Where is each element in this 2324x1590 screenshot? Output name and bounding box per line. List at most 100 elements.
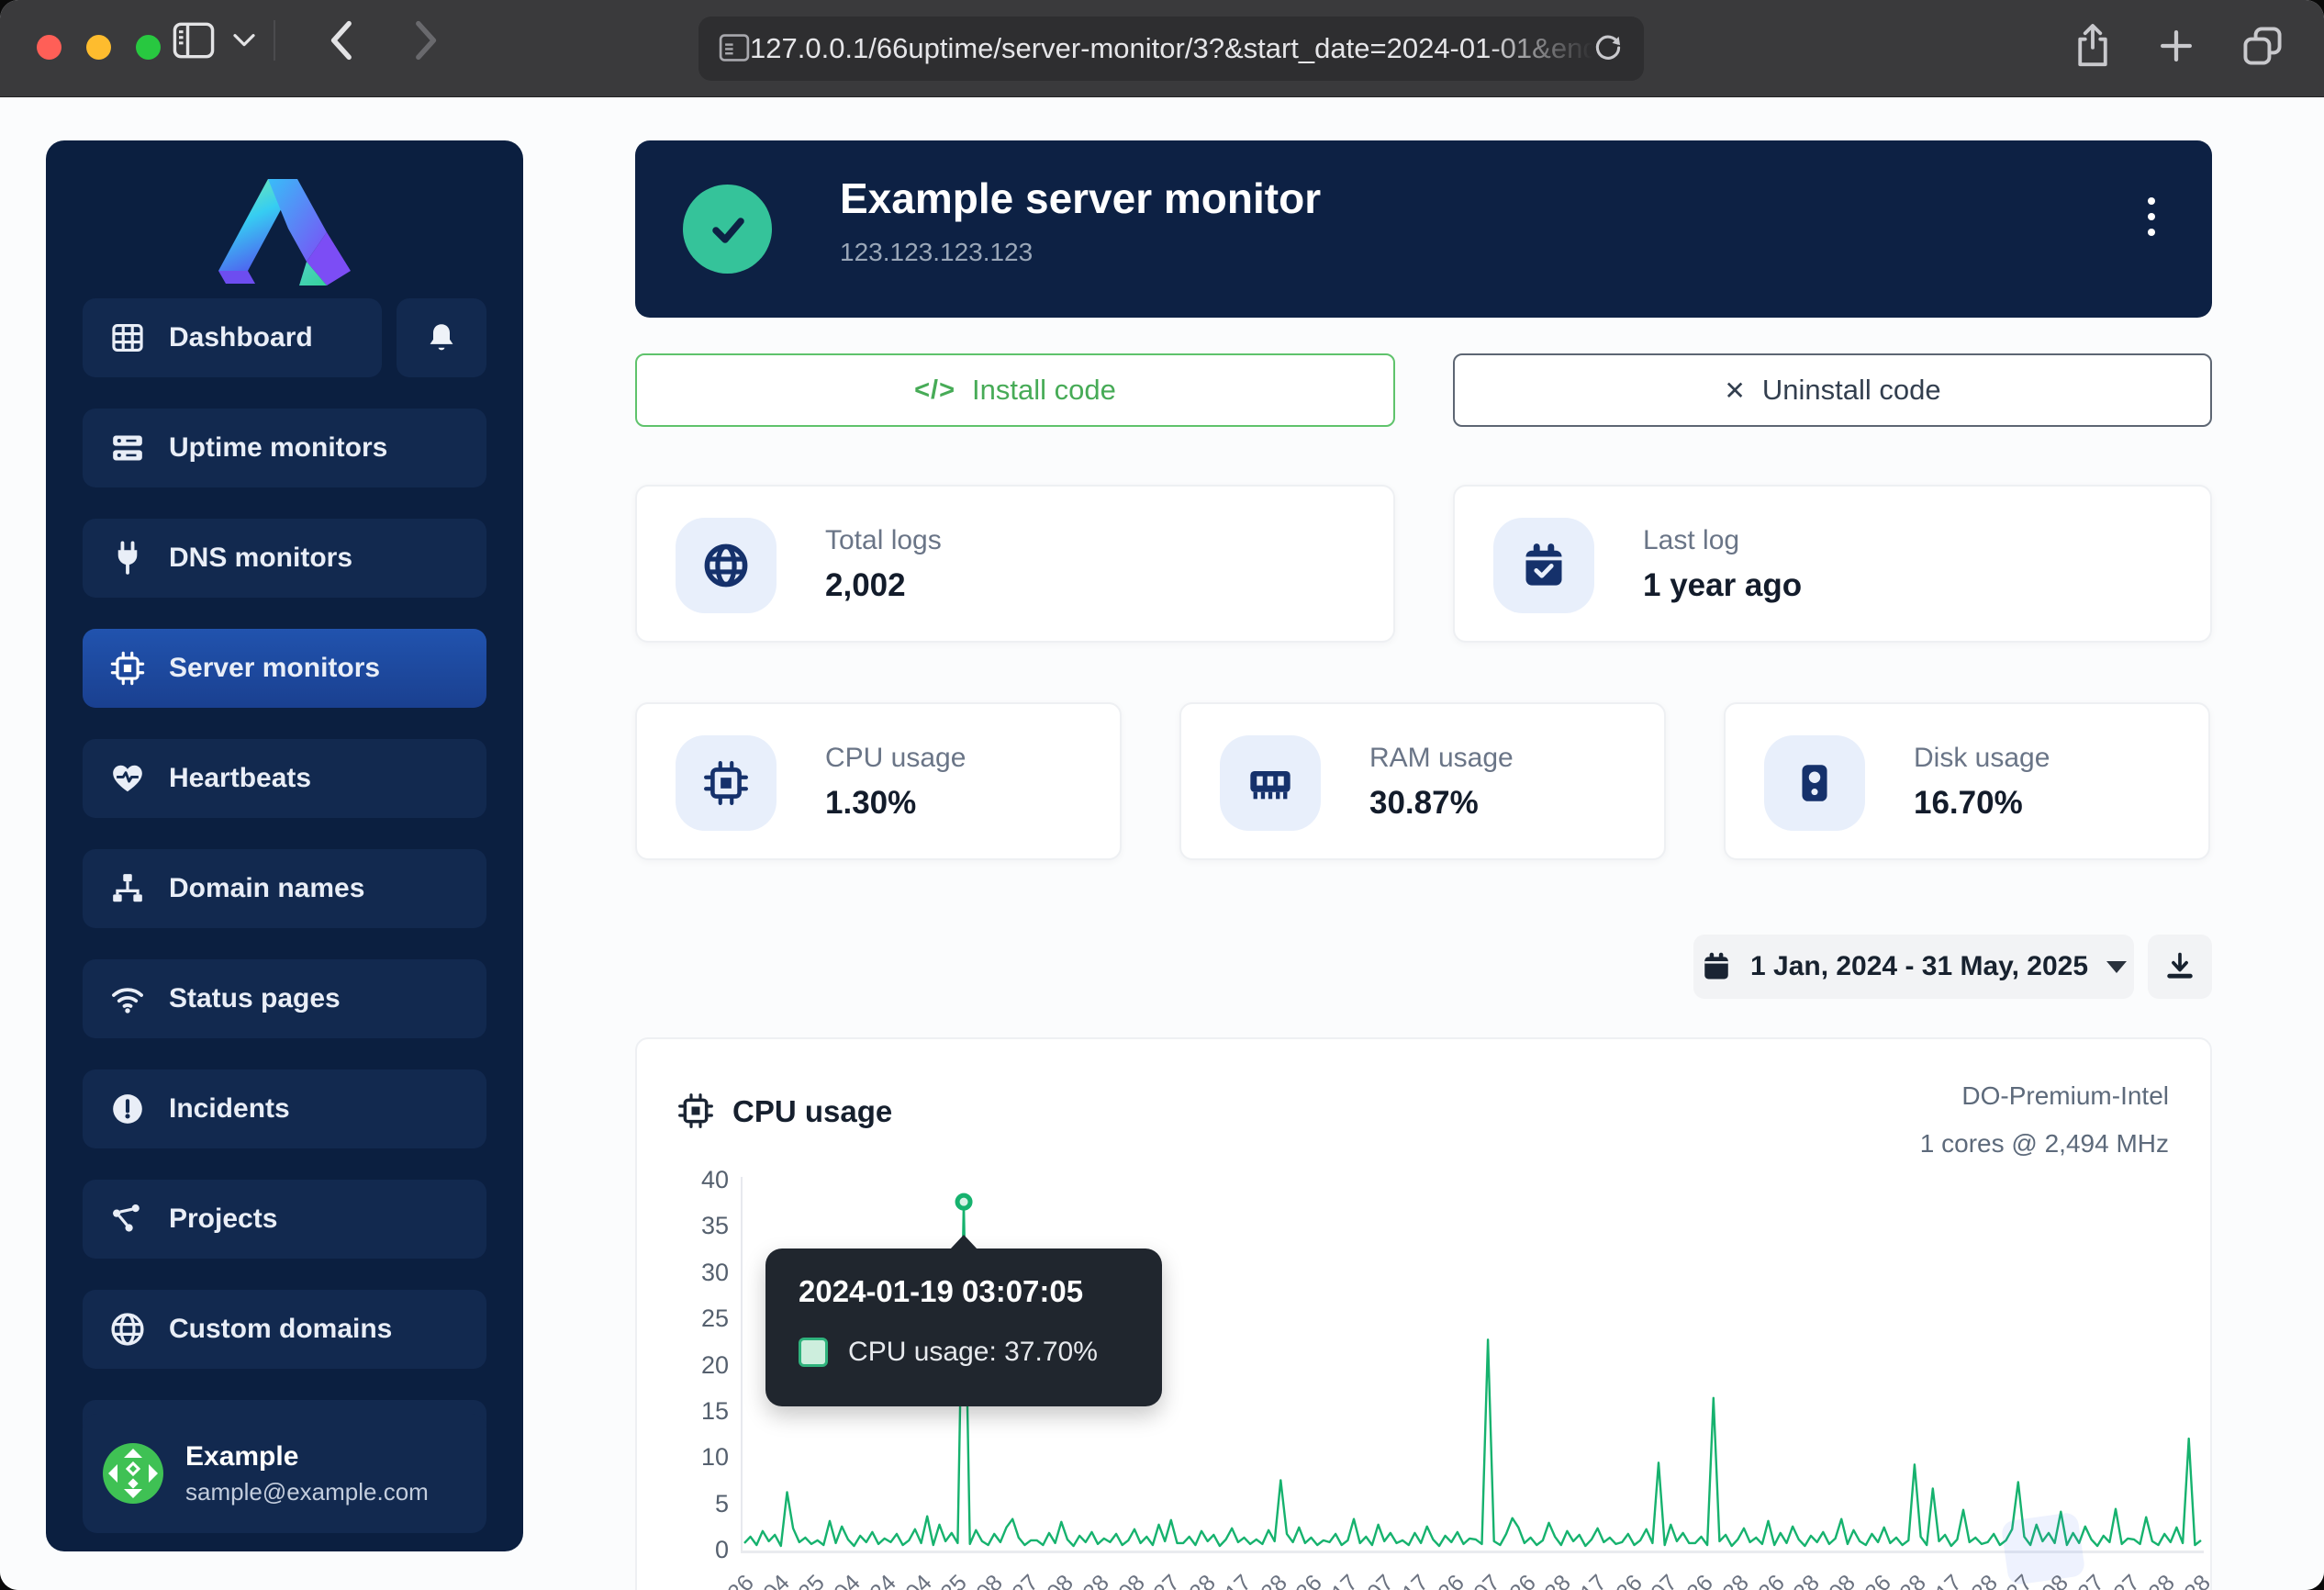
url-fade <box>1482 32 1592 65</box>
share-icon[interactable] <box>2073 22 2113 73</box>
stat-label: Last log <box>1643 525 1739 556</box>
globe-icon <box>110 1312 145 1347</box>
sitemap-icon <box>110 871 145 906</box>
sidebar-item-dashboard[interactable]: Dashboard <box>83 298 382 377</box>
monitor-header-card: Example server monitor 123.123.123.123 <box>635 140 2212 318</box>
stat-value: 16.70% <box>1914 785 2023 822</box>
y-axis-line <box>741 1177 743 1552</box>
server-stack-icon <box>110 431 145 465</box>
stat-value: 1.30% <box>825 785 916 822</box>
plug-icon <box>110 541 145 576</box>
url-text: 127.0.0.1/66uptime/server-monitor/3?&sta… <box>750 32 1592 64</box>
tab-overview-icon[interactable] <box>2240 22 2285 73</box>
avatar <box>103 1443 163 1504</box>
sidebar-item-dns-monitors[interactable]: DNS monitors <box>83 519 486 598</box>
browser-toolbar: 127.0.0.1/66uptime/server-monitor/3?&sta… <box>0 0 2324 97</box>
server-type: DO-Premium-Intel <box>1961 1081 2169 1111</box>
cpu-icon <box>676 735 777 831</box>
user-name: Example <box>185 1441 429 1472</box>
main-content: Example server monitor 123.123.123.123 <… <box>635 140 2212 1590</box>
sidebar-item-custom-domains[interactable]: Custom domains <box>83 1290 486 1369</box>
sidebar-item-domain-names[interactable]: Domain names <box>83 849 486 928</box>
code-icon: </> <box>914 375 955 406</box>
grid-icon <box>110 320 145 355</box>
sidebar-item-label: Domain names <box>169 873 364 904</box>
server-spec: 1 cores @ 2,494 MHz <box>1920 1129 2169 1159</box>
sidebar-item-label: Projects <box>169 1204 277 1235</box>
cpu-usage-card: CPU usage 1.30% <box>635 702 1122 860</box>
sidebar-item-label: Custom domains <box>169 1314 392 1345</box>
sidebar: Dashboard Uptime monitors DNS monitors S… <box>46 140 523 1551</box>
globe-icon <box>676 518 777 613</box>
calendar-icon <box>1701 951 1732 982</box>
user-email: sample@example.com <box>185 1478 429 1506</box>
user-account-button[interactable]: Example sample@example.com <box>83 1414 486 1533</box>
back-button[interactable] <box>327 20 354 61</box>
forward-button[interactable] <box>413 20 441 61</box>
sidebar-item-incidents[interactable]: Incidents <box>83 1069 486 1148</box>
ram-icon <box>1220 735 1321 831</box>
stat-label: RAM usage <box>1369 743 1514 774</box>
new-tab-icon[interactable] <box>2155 22 2197 73</box>
alert-circle-icon <box>110 1092 145 1126</box>
safari-window: 127.0.0.1/66uptime/server-monitor/3?&sta… <box>0 0 2324 1590</box>
sidebar-item-heartbeats[interactable]: Heartbeats <box>83 739 486 818</box>
stat-value: 1 year ago <box>1643 567 1802 604</box>
sidebar-item-label: Heartbeats <box>169 763 311 794</box>
page-icon <box>719 33 750 65</box>
sidebar-item-projects[interactable]: Projects <box>83 1180 486 1259</box>
reload-icon[interactable] <box>1592 31 1624 67</box>
toolbar-divider <box>274 20 275 61</box>
tooltip-value: CPU usage: 37.70% <box>848 1337 1098 1368</box>
bell-icon <box>425 320 458 355</box>
sidebar-item-label: Status pages <box>169 983 341 1014</box>
cpu-usage-chart-card: CPU usage DO-Premium-Intel 1 cores @ 2,4… <box>635 1037 2212 1590</box>
calendar-check-icon <box>1493 518 1594 613</box>
monitor-ip: 123.123.123.123 <box>840 238 1033 267</box>
cpu-icon <box>677 1092 714 1134</box>
chart-title: CPU usage <box>732 1094 892 1129</box>
sidebar-toggle-icon[interactable] <box>173 22 215 59</box>
wifi-icon <box>110 981 145 1016</box>
install-code-button[interactable]: </> Install code <box>635 353 1395 427</box>
heart-pulse-icon <box>110 761 145 796</box>
cpu-icon <box>110 651 145 686</box>
address-bar[interactable]: 127.0.0.1/66uptime/server-monitor/3?&sta… <box>698 17 1644 81</box>
disk-usage-card: Disk usage 16.70% <box>1724 702 2210 860</box>
ram-usage-card: RAM usage 30.87% <box>1179 702 1666 860</box>
sidebar-item-status-pages[interactable]: Status pages <box>83 959 486 1038</box>
hard-drive-icon <box>1764 735 1865 831</box>
stat-label: CPU usage <box>825 743 966 774</box>
close-icon: ✕ <box>1724 375 1745 406</box>
highlighted-point <box>957 1195 970 1208</box>
traffic-lights <box>37 35 161 60</box>
close-window-button[interactable] <box>37 35 61 60</box>
total-logs-card: Total logs 2,002 <box>635 485 1395 643</box>
zoom-window-button[interactable] <box>136 35 161 60</box>
status-ok-icon <box>683 185 772 274</box>
date-range-picker[interactable]: 1 Jan, 2024 - 31 May, 2025 <box>1693 935 2134 999</box>
series-swatch <box>799 1338 828 1367</box>
kebab-menu-icon[interactable] <box>2148 197 2155 236</box>
share-nodes-icon <box>110 1202 145 1237</box>
page-title: Example server monitor <box>840 174 1321 223</box>
app-page: Dashboard Uptime monitors DNS monitors S… <box>0 97 2324 1590</box>
caret-down-icon <box>2106 961 2127 973</box>
notifications-button[interactable] <box>397 298 486 377</box>
sidebar-item-label: Server monitors <box>169 653 380 684</box>
app-logo <box>46 166 523 297</box>
sidebar-item-label: DNS monitors <box>169 543 352 574</box>
sidebar-item-uptime-monitors[interactable]: Uptime monitors <box>83 409 486 487</box>
minimize-window-button[interactable] <box>86 35 111 60</box>
stat-value: 30.87% <box>1369 785 1479 822</box>
stat-label: Total logs <box>825 525 942 556</box>
last-log-card: Last log 1 year ago <box>1453 485 2212 643</box>
sidebar-item-label: Incidents <box>169 1093 290 1125</box>
sidebar-item-server-monitors[interactable]: Server monitors <box>83 629 486 708</box>
tooltip-timestamp: 2024-01-19 03:07:05 <box>799 1274 1083 1309</box>
uninstall-code-button[interactable]: ✕ Uninstall code <box>1453 353 2212 427</box>
sidebar-chevron-down-icon[interactable] <box>233 33 255 48</box>
stat-label: Disk usage <box>1914 743 2050 774</box>
sidebar-item-label: Uptime monitors <box>169 432 387 464</box>
download-button[interactable] <box>2148 935 2212 999</box>
